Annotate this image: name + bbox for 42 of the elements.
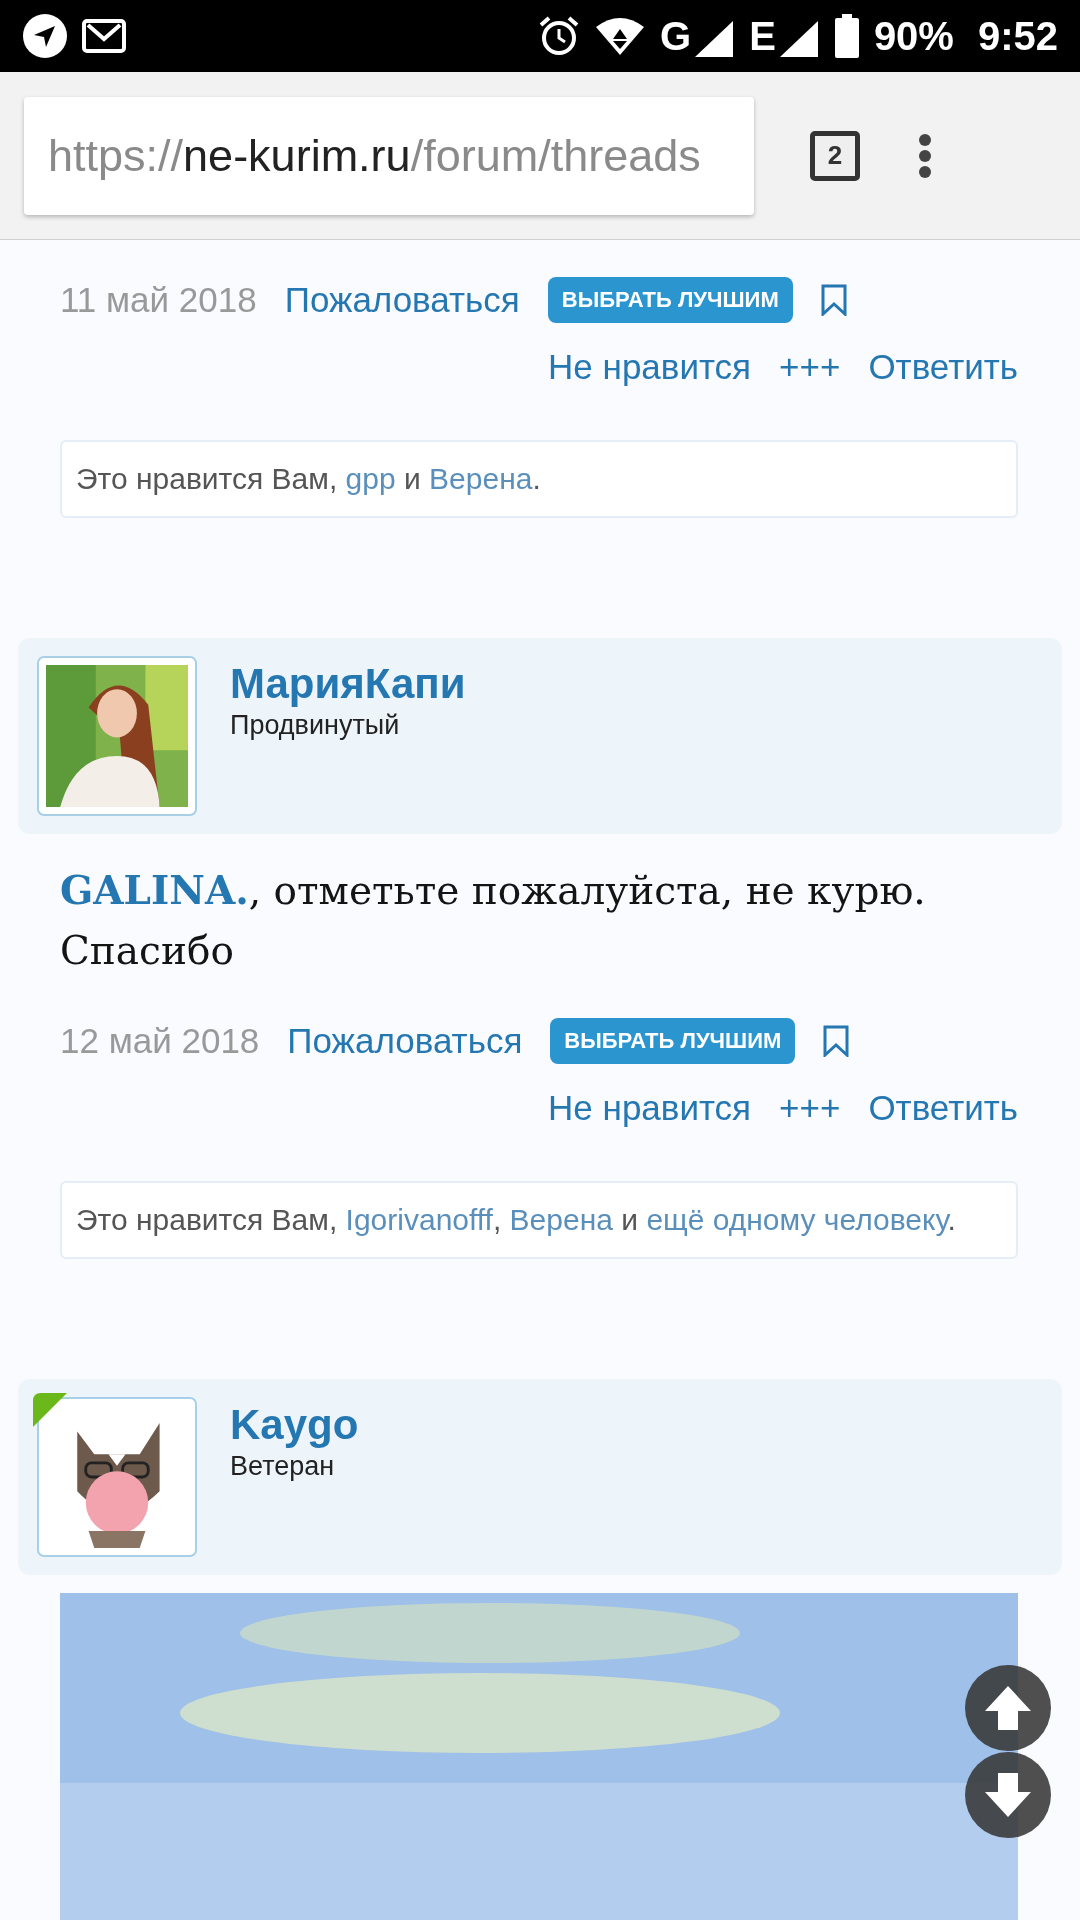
- dislike-link[interactable]: Не нравится: [548, 347, 752, 387]
- report-link[interactable]: Пожаловаться: [287, 1021, 523, 1061]
- user-mention[interactable]: GALINA.: [60, 867, 249, 913]
- menu-icon[interactable]: [918, 132, 932, 179]
- signal-icon: [693, 18, 736, 59]
- choose-best-button[interactable]: ВЫБРАТЬ ЛУЧШИМ: [550, 1018, 796, 1064]
- user-link[interactable]: gpp: [345, 462, 396, 495]
- username[interactable]: МарияКапи: [230, 660, 466, 708]
- alarm-icon: [538, 15, 581, 57]
- user-rank: Продвинутый: [230, 710, 401, 741]
- tab-switcher-button[interactable]: 2: [810, 130, 860, 181]
- user-rank: Ветеран: [230, 1451, 336, 1482]
- post-message: GALINA., отметьте пожалуйста, не курю. Спасибо: [60, 866, 927, 975]
- likes-summary: Это нравится Вам, gpp и Верена.: [60, 440, 1018, 518]
- network-type: G: [660, 13, 692, 59]
- navigation-icon: [22, 13, 68, 59]
- battery-percent: 90%: [873, 13, 954, 59]
- choose-best-button[interactable]: ВЫБРАТЬ ЛУЧШИМ: [547, 277, 793, 323]
- avatar-frame[interactable]: [37, 656, 197, 816]
- report-link[interactable]: Пожаловаться: [284, 280, 520, 320]
- reply-link[interactable]: Ответить: [868, 1088, 1018, 1128]
- bookmark-icon[interactable]: [820, 284, 847, 316]
- clock-time: 9:52: [977, 13, 1058, 59]
- wifi-icon: [594, 15, 647, 57]
- user-link[interactable]: ещё одному человеку: [646, 1203, 948, 1236]
- post-date: 11 май 2018: [60, 280, 257, 320]
- bookmark-icon[interactable]: [823, 1025, 850, 1057]
- user-link[interactable]: Верена: [429, 462, 533, 495]
- battery-icon: [833, 14, 860, 58]
- likes-summary: Это нравится Вам, Igorivanofff, Верена и ещё одному человеку.: [60, 1181, 1018, 1259]
- online-indicator-icon: [33, 1393, 67, 1427]
- post-date: 12 май 2018: [60, 1021, 260, 1061]
- user-link[interactable]: Верена: [509, 1203, 613, 1236]
- plus-link[interactable]: +++: [779, 1088, 841, 1128]
- address-bar[interactable]: https://ne-kurim.ru/forum/threads: [24, 96, 754, 215]
- user-link[interactable]: Igorivanofff: [345, 1203, 493, 1236]
- username[interactable]: Kaygo: [230, 1401, 359, 1449]
- dislike-link[interactable]: Не нравится: [548, 1088, 752, 1128]
- network-type: E: [749, 13, 776, 59]
- plus-link[interactable]: +++: [779, 347, 841, 387]
- mail-icon: [82, 19, 126, 53]
- reply-link[interactable]: Ответить: [868, 347, 1018, 387]
